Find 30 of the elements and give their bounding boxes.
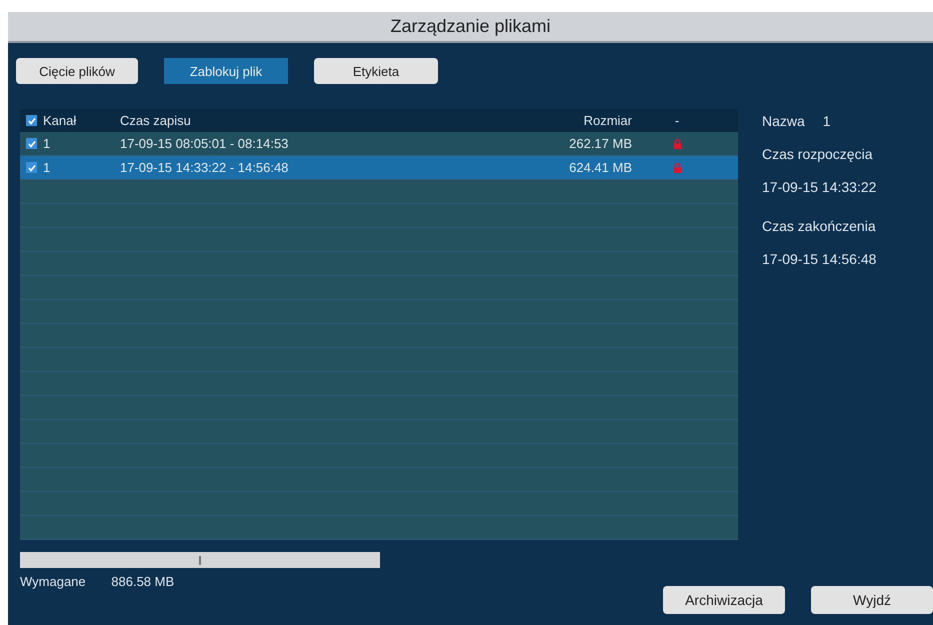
window-title: Zarządzanie plikami — [390, 16, 551, 37]
table-cell: 1 — [43, 160, 50, 175]
detail-label: Nazwa — [762, 112, 805, 128]
required-label: Wymagane — [20, 574, 86, 589]
detail-value: 17-09-15 14:56:48 — [762, 250, 876, 266]
checkbox[interactable] — [26, 115, 37, 126]
toolbar-button[interactable]: Cięcie plików — [16, 58, 138, 84]
column-header: Czas zapisu — [120, 113, 191, 128]
scrollbar[interactable] — [20, 552, 380, 568]
table-cell: 17-09-15 08:05:01 - 08:14:53 — [120, 136, 288, 151]
table-cell: 1 — [43, 136, 50, 151]
toolbar-button[interactable]: Zablokuj plik — [164, 58, 288, 84]
table-row[interactable]: 1 17-09-15 08:05:01 - 08:14:53 262.17 MB — [20, 132, 738, 156]
column-header: Kanał — [43, 113, 76, 128]
column-header: Rozmiar — [584, 113, 632, 128]
table-cell: 17-09-15 14:33:22 - 14:56:48 — [120, 160, 288, 175]
table-cell: 262.17 MB — [569, 136, 632, 151]
checkbox[interactable] — [26, 162, 37, 173]
required-value: 886.58 MB — [111, 574, 174, 589]
table-cell: 624.41 MB — [569, 160, 632, 175]
detail-label: Czas zakończenia — [762, 218, 876, 234]
detail-label: Czas rozpoczęcia — [762, 146, 872, 162]
footer-button[interactable]: Archiwizacja — [663, 586, 785, 614]
toolbar-button[interactable]: Etykieta — [314, 58, 438, 84]
detail-value: 17-09-15 14:33:22 — [762, 178, 876, 194]
detail-value: 1 — [822, 112, 831, 128]
footer-button[interactable]: Wyjdź — [811, 586, 933, 614]
checkbox[interactable] — [26, 138, 37, 149]
column-header: - — [674, 113, 680, 128]
table-row[interactable]: 1 17-09-15 14:33:22 - 14:56:48 624.41 MB — [20, 156, 738, 180]
